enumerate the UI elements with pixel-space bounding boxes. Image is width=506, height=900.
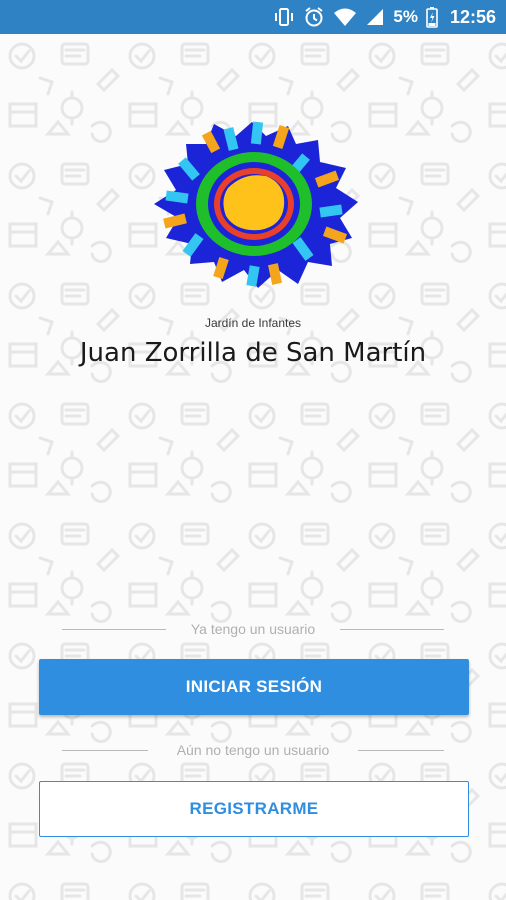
login-divider: Ya tengo un usuario [62,621,444,637]
signal-icon [367,9,384,25]
register-button[interactable]: REGISTRARME [39,781,469,837]
divider-line-right [358,750,444,751]
app-screen: 5% 12:56 Jardín de Infantes Juan Zorrill… [0,0,506,900]
battery-percentage: 5% [393,7,418,26]
alarm-icon [305,7,323,27]
login-button[interactable]: INICIAR SESIÓN [39,659,469,715]
page-title: Juan Zorrilla de San Martín [79,338,427,368]
vibrate-icon [275,8,294,26]
divider-line-right [340,629,444,630]
status-icons: 5% 12:56 [273,0,496,34]
status-bar: 5% 12:56 [0,0,506,34]
battery-charging-icon [426,7,438,28]
register-divider: Aún no tengo un usuario [62,742,444,758]
header-subtitle: Jardín de Infantes [204,316,302,330]
status-clock: 12:56 [449,6,496,27]
school-logo [154,121,358,288]
wifi-icon [334,8,357,26]
